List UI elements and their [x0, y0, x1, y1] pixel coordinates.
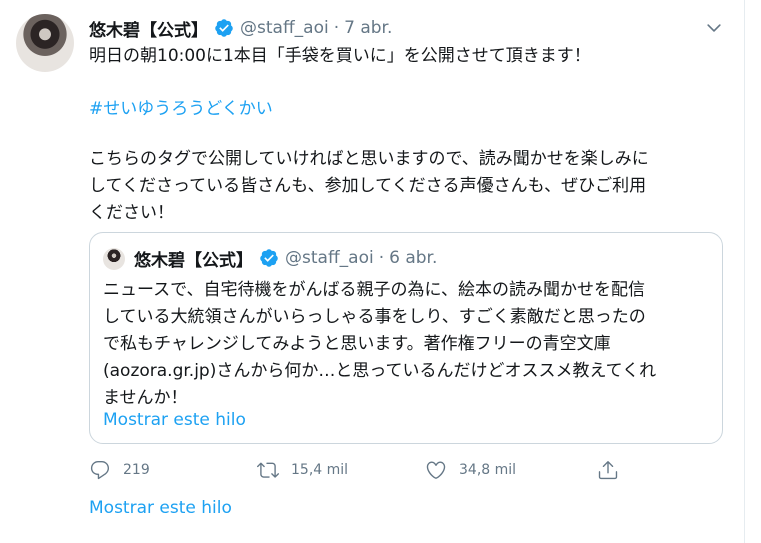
author-name[interactable]: 悠木碧【公式】: [89, 16, 208, 41]
quoted-tweet-date: 6 abr.: [389, 248, 438, 268]
quoted-author-name: 悠木碧【公式】: [134, 250, 253, 271]
tweet-body: こちらのタグで公開していければと思いますので、読み聞かせを楽しみに してくださっ…: [89, 146, 729, 227]
chevron-down-icon[interactable]: [704, 18, 724, 38]
quoted-tweet-text: ニュースで、自宅待機をがんばる親子の為に、絵本の読み聞かせを配信 している大統領…: [103, 277, 713, 412]
separator-dot: ·: [333, 18, 340, 38]
timeline-border: [744, 0, 745, 543]
share-button[interactable]: [597, 455, 631, 485]
quoted-show-thread-link[interactable]: Mostrar este hilo: [103, 408, 246, 432]
tweet-body-line: してくださっている皆さんも、参加してくださる声優さんも、ぜひご利用: [89, 176, 647, 196]
reply-button[interactable]: 219: [89, 455, 150, 485]
hashtag-link[interactable]: #せいゆうろうどくかい: [89, 96, 273, 123]
tweet-text-line: 明日の朝10:00に1本目「手袋を買いに」を公開させて頂きます！: [89, 46, 591, 66]
like-count: 34,8 mil: [459, 462, 517, 478]
reply-icon: [90, 461, 110, 480]
heart-icon: [426, 461, 446, 479]
quoted-text-line: (aozora.gr.jp)さんから何か…と思っているんだけどオススメ教えてくれ: [103, 361, 657, 381]
quoted-text-line: ニュースで、自宅待機をがんばる親子の為に、絵本の読み聞かせを配信: [103, 280, 645, 300]
reply-count: 219: [123, 462, 150, 478]
quoted-tweet-header: 悠木碧【公式】 @staff_aoi · 6 abr.: [134, 245, 437, 271]
quoted-tweet[interactable]: 悠木碧【公式】 @staff_aoi · 6 abr. ニュースで、自宅待機をが…: [89, 232, 723, 444]
quoted-author-avatar: [103, 248, 125, 270]
quoted-author-handle: @staff_aoi: [285, 248, 374, 268]
tweet-body-line: こちらのタグで公開していければと思いますので、読み聞かせを楽しみに: [89, 149, 649, 169]
like-button[interactable]: 34,8 mil: [425, 455, 516, 485]
quoted-text-line: している大統領さんがいらっしゃる事をしり、すごく素敵だと思ったの: [103, 307, 646, 327]
tweet-body-line: ください！: [89, 203, 174, 223]
show-thread-link[interactable]: Mostrar este hilo: [89, 496, 232, 520]
verified-badge-icon: [260, 249, 278, 267]
tweet-actions: 219 15,4 mil 34,8 mil: [89, 455, 649, 485]
separator-dot: ·: [378, 248, 385, 268]
retweet-icon: [257, 462, 279, 478]
share-icon: [598, 461, 618, 480]
author-avatar[interactable]: [16, 14, 74, 72]
verified-badge-icon: [215, 19, 233, 37]
retweet-button[interactable]: 15,4 mil: [257, 455, 348, 485]
retweet-count: 15,4 mil: [291, 462, 349, 478]
author-handle[interactable]: @staff_aoi: [240, 18, 329, 38]
tweet-date[interactable]: 7 abr.: [344, 18, 392, 38]
quoted-text-line: で私もチャレンジしてみようと思います。著作権フリーの青空文庫: [103, 334, 611, 354]
tweet-header: 悠木碧【公式】 @staff_aoi · 7 abr.: [89, 15, 392, 41]
